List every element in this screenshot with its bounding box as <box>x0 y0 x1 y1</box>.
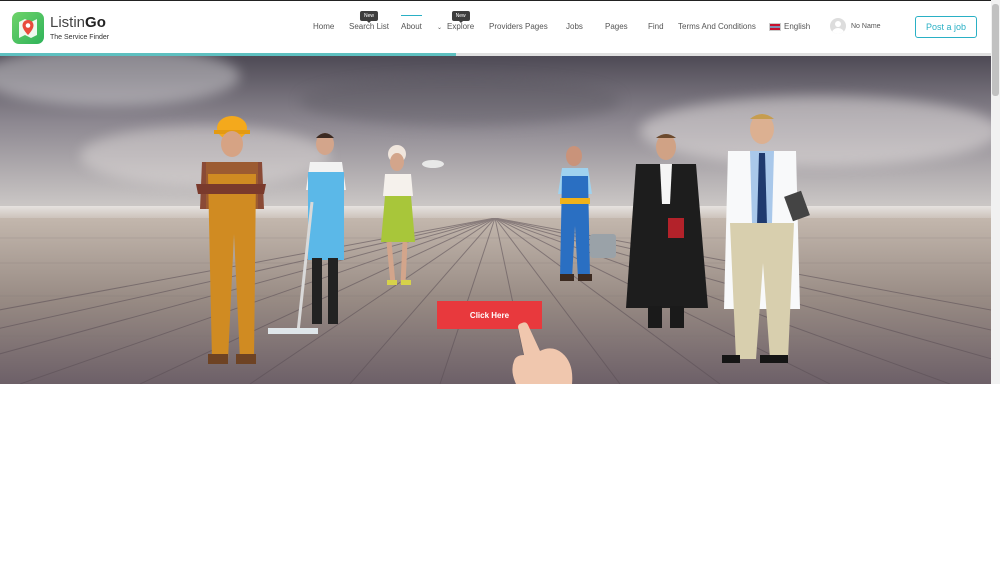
chevron-down-icon: ⌄ <box>437 25 443 31</box>
brand-tagline: The Service Finder <box>50 34 110 41</box>
pointing-hand-icon <box>512 322 573 384</box>
nav-item-terms[interactable]: Terms And Conditions <box>678 22 756 31</box>
language-selector[interactable]: English <box>769 22 810 31</box>
page-scrollbar[interactable] <box>991 0 1000 384</box>
lawyer-figure <box>626 134 708 328</box>
nav-item-pages[interactable]: Pages <box>605 22 628 31</box>
site-logo[interactable]: ListinGo The Service Finder <box>12 11 109 45</box>
hero-banner: Click Here <box>0 56 991 384</box>
user-name: No Name <box>851 22 881 30</box>
nav-item-about[interactable]: About <box>401 15 422 31</box>
brand-name: ListinGo <box>50 14 106 31</box>
post-job-button[interactable]: Post a job <box>915 16 977 38</box>
nav-item-jobs[interactable]: Jobs <box>566 22 583 31</box>
nav-item-providers-pages[interactable]: Providers Pages <box>489 22 548 31</box>
new-badge: New <box>360 11 379 23</box>
user-menu[interactable]: No Name <box>830 18 881 34</box>
map-pin-logo-icon <box>12 12 44 44</box>
site-header: ListinGo The Service Finder Home New Sea… <box>0 1 991 53</box>
nav-item-home[interactable]: Home <box>313 22 334 31</box>
new-badge: New <box>451 11 470 23</box>
cloud <box>300 76 620 126</box>
uk-flag-icon <box>769 22 781 31</box>
cloud <box>0 56 240 106</box>
doctor-figure <box>722 114 810 363</box>
mechanic-figure <box>558 146 616 281</box>
waitress-figure <box>381 145 444 285</box>
construction-worker-figure <box>196 116 266 364</box>
nav-item-search-list[interactable]: New Search List <box>349 11 389 31</box>
scrollbar-thumb[interactable] <box>992 4 999 96</box>
nav-item-find[interactable]: Find <box>648 22 664 31</box>
nav-item-explore[interactable]: ⌄ New Explore <box>437 11 474 31</box>
avatar <box>830 18 846 34</box>
cleaner-figure <box>268 133 346 334</box>
